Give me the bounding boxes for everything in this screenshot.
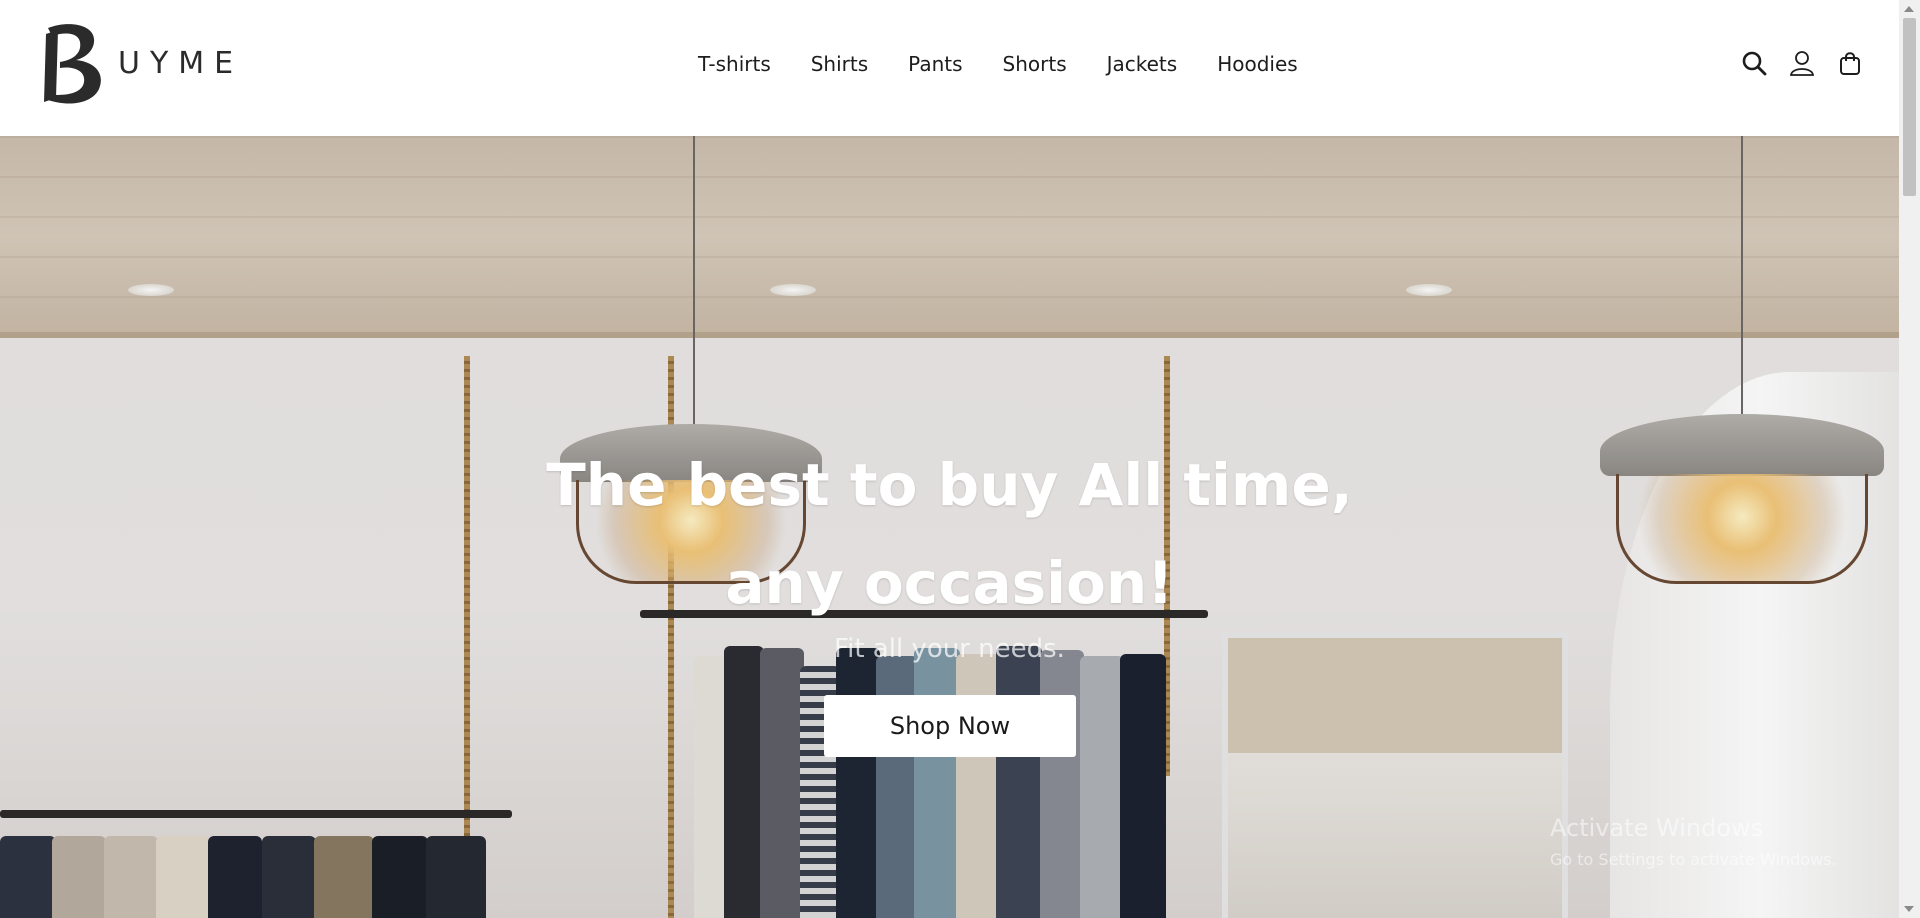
main-nav: T-shirts Shirts Pants Shorts Jackets Hoo… xyxy=(698,52,1298,76)
search-icon xyxy=(1742,51,1767,76)
hero-text-block: The best to buy All time, any occasion! … xyxy=(0,436,1899,666)
nav-item-hoodies[interactable]: Hoodies xyxy=(1217,52,1298,76)
brand-logo[interactable]: UYME xyxy=(38,20,243,106)
logo-mark-icon xyxy=(44,24,101,104)
nav-item-shorts[interactable]: Shorts xyxy=(1003,52,1067,76)
scroll-up-arrow-icon[interactable] xyxy=(1904,6,1914,12)
hero-title-line-1: The best to buy All time, xyxy=(546,451,1353,519)
hero-title-line-2: any occasion! xyxy=(725,549,1174,617)
cart-button[interactable] xyxy=(1836,48,1864,78)
nav-item-jackets[interactable]: Jackets xyxy=(1107,52,1178,76)
shopping-bag-icon xyxy=(1840,52,1860,75)
shop-now-button[interactable]: Shop Now xyxy=(824,695,1076,757)
hero-subtitle: Fit all your needs. xyxy=(834,634,1065,664)
site-header: UYME T-shirts Shirts Pants Shorts Jacket… xyxy=(0,0,1899,136)
hero-banner: The best to buy All time, any occasion! … xyxy=(0,136,1899,918)
account-button[interactable] xyxy=(1788,48,1816,78)
nav-item-tshirts[interactable]: T-shirts xyxy=(698,52,771,76)
user-icon xyxy=(1789,51,1815,76)
header-actions xyxy=(1740,48,1864,78)
nav-item-pants[interactable]: Pants xyxy=(908,52,962,76)
search-button[interactable] xyxy=(1740,48,1768,78)
page-scrollbar[interactable] xyxy=(1899,0,1920,918)
scrollbar-thumb[interactable] xyxy=(1903,18,1916,196)
nav-item-shirts[interactable]: Shirts xyxy=(811,52,868,76)
brand-name: UYME xyxy=(118,45,244,81)
scroll-down-arrow-icon[interactable] xyxy=(1904,906,1914,912)
